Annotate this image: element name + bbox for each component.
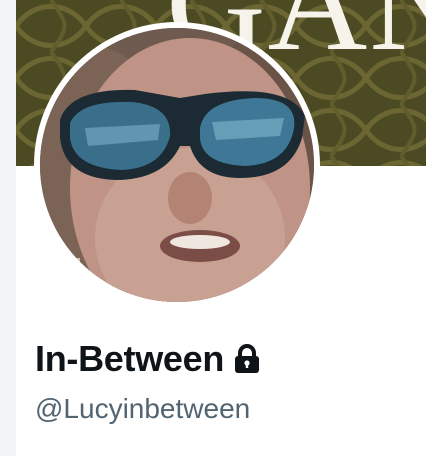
user-handle: @Lucyinbetween bbox=[35, 393, 251, 424]
avatar-photo bbox=[40, 28, 314, 302]
display-name: In-Between bbox=[35, 338, 225, 379]
page-edge bbox=[0, 0, 16, 456]
lock-icon bbox=[234, 344, 260, 374]
profile-avatar[interactable] bbox=[40, 28, 314, 302]
display-name-row: In-Between bbox=[35, 337, 260, 381]
